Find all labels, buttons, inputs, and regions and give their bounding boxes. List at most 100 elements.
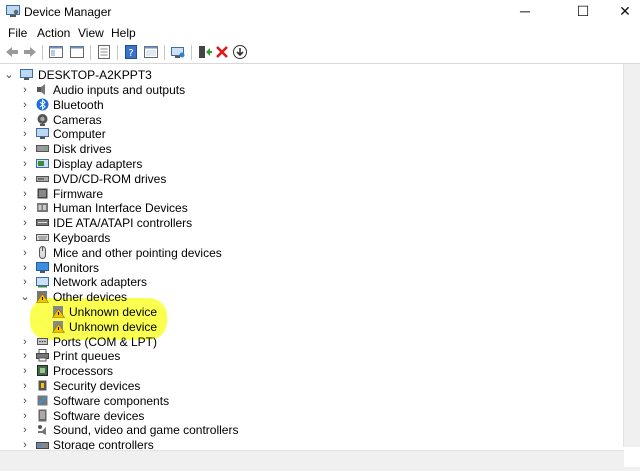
tree-category-audio-inputs-and-outputs[interactable]: › Audio inputs and outputs <box>0 83 620 98</box>
keyboard-icon <box>36 234 49 241</box>
chevron-right-icon[interactable]: › <box>20 423 30 438</box>
tree-category-network-adapters[interactable]: › Network adapters <box>0 275 620 290</box>
monitor-icon <box>36 261 49 273</box>
tree-child-item-unknown-device[interactable]: Unknown device <box>0 305 620 320</box>
show-hide-console-tree-icon[interactable] <box>48 44 64 60</box>
window-title: Device Manager <box>24 5 112 19</box>
scan-hardware-changes-icon[interactable] <box>170 44 186 60</box>
sound-controller-icon <box>38 425 46 436</box>
tree-category-disk-drives[interactable]: › Disk drives <box>0 142 620 157</box>
tree-category-processors[interactable]: › Processors <box>0 364 620 379</box>
chevron-right-icon[interactable]: › <box>20 379 30 394</box>
horizontal-scrollbar[interactable] <box>0 450 624 468</box>
menu-view[interactable]: View <box>78 26 104 40</box>
forward-arrow-icon[interactable] <box>22 44 38 60</box>
chevron-down-icon[interactable]: ⌄ <box>20 290 30 305</box>
device-tree[interactable]: ⌄ DESKTOP-A2KPPT3 › Audio inputs and outp… <box>0 64 624 450</box>
tree-item-label: Network adapters <box>53 275 148 290</box>
computer-root-icon <box>20 69 33 80</box>
maximize-button[interactable]: ☐ <box>560 0 606 24</box>
toolbar-separator <box>90 45 91 60</box>
tree-category-software-devices[interactable]: › Software devices <box>0 409 620 424</box>
tree-item-label: Software components <box>53 393 170 408</box>
chevron-right-icon[interactable]: › <box>20 438 30 450</box>
tree-category-security-devices[interactable]: › Security devices <box>0 379 620 394</box>
back-arrow-icon[interactable] <box>4 44 20 60</box>
chevron-down-icon[interactable]: ⌄ <box>4 68 14 83</box>
chevron-right-icon[interactable]: › <box>20 261 30 276</box>
tree-item-label: Storage controllers <box>53 438 154 450</box>
tree-item-label: Unknown device <box>69 319 158 334</box>
tree-item-label: Software devices <box>53 408 145 423</box>
chevron-right-icon[interactable]: › <box>20 409 30 424</box>
tree-item-label: Ports (COM & LPT) <box>53 334 158 349</box>
chevron-right-icon[interactable]: › <box>20 216 30 231</box>
speaker-icon <box>37 84 45 95</box>
unknown-device-warning-icon <box>52 320 65 333</box>
vertical-scrollbar[interactable] <box>623 64 640 447</box>
tree-category-computer[interactable]: › Computer <box>0 127 620 142</box>
tree-category-display-adapters[interactable]: › Display adapters <box>0 157 620 172</box>
update-driver-icon[interactable] <box>197 44 213 60</box>
toolbar: ? <box>0 42 640 64</box>
chevron-right-icon[interactable]: › <box>20 394 30 409</box>
chevron-right-icon[interactable]: › <box>20 335 30 350</box>
chevron-right-icon[interactable]: › <box>20 349 30 364</box>
chevron-right-icon[interactable]: › <box>20 113 30 128</box>
properties-window-icon[interactable] <box>69 44 85 60</box>
toolbar-separator <box>191 45 192 60</box>
tree-child-item-unknown-device[interactable]: Unknown device <box>0 320 620 335</box>
chevron-right-icon[interactable]: › <box>20 83 30 98</box>
tree-category-sound-video-and-game-controllers[interactable]: › Sound, video and game controllers <box>0 423 620 438</box>
close-button[interactable]: ✕ <box>602 0 640 24</box>
download-driver-icon[interactable] <box>232 44 248 60</box>
tree-category-human-interface-devices[interactable]: › Human Interface Devices <box>0 201 620 216</box>
properties-icon[interactable] <box>96 44 112 60</box>
chevron-right-icon[interactable]: › <box>20 364 30 379</box>
tree-category-monitors[interactable]: › Monitors <box>0 261 620 276</box>
help-icon[interactable]: ? <box>123 44 139 60</box>
tree-category-other-devices[interactable]: ⌄ Other devices <box>0 290 620 305</box>
chevron-right-icon[interactable]: › <box>20 187 30 202</box>
tree-item-label: DVD/CD-ROM drives <box>53 171 167 186</box>
tree-item-label: Mice and other pointing devices <box>53 245 222 260</box>
other-devices-warning-icon <box>36 291 49 303</box>
tree-category-print-queues[interactable]: › Print queues <box>0 349 620 364</box>
tree-category-cameras[interactable]: › Cameras <box>0 113 620 128</box>
mouse-icon <box>39 245 46 259</box>
tree-category-software-components[interactable]: › Software components <box>0 394 620 409</box>
tree-item-label: Cameras <box>53 112 102 127</box>
chevron-right-icon[interactable]: › <box>20 98 30 113</box>
tree-category-dvd-cd-rom-drives[interactable]: › DVD/CD-ROM drives <box>0 172 620 187</box>
toolbar-separator <box>117 45 118 60</box>
display-adapter-icon <box>36 159 49 168</box>
tree-category-firmware[interactable]: › Firmware <box>0 187 620 202</box>
status-bar <box>0 467 640 471</box>
tree-category-storage-controllers[interactable]: › Storage controllers <box>0 438 620 450</box>
chevron-right-icon[interactable]: › <box>20 127 30 142</box>
tree-category-ports-com-lpt[interactable]: › Ports (COM & LPT) <box>0 335 620 350</box>
chevron-right-icon[interactable]: › <box>20 275 30 290</box>
tree-category-bluetooth[interactable]: › Bluetooth <box>0 98 620 113</box>
chevron-right-icon[interactable]: › <box>20 157 30 172</box>
menu-bar: File Action View Help <box>0 24 640 42</box>
storage-controller-icon <box>36 442 49 450</box>
minimize-button[interactable]: ─ <box>502 0 548 24</box>
menu-file[interactable]: File <box>8 26 27 40</box>
chevron-right-icon[interactable]: › <box>20 246 30 261</box>
chevron-right-icon[interactable]: › <box>20 201 30 216</box>
tree-category-keyboards[interactable]: › Keyboards <box>0 231 620 246</box>
tree-item-label: Firmware <box>53 186 103 201</box>
device-manager-app-icon <box>6 5 20 17</box>
menu-action[interactable]: Action <box>37 26 70 40</box>
tree-root[interactable]: ⌄ DESKTOP-A2KPPT3 <box>0 68 620 83</box>
tree-category-ide-ata-atapi-controllers[interactable]: › IDE ATA/ATAPI controllers <box>0 216 620 231</box>
software-device-icon <box>38 409 47 422</box>
view-window-icon[interactable] <box>143 44 159 60</box>
chevron-right-icon[interactable]: › <box>20 142 30 157</box>
uninstall-device-icon[interactable] <box>214 44 230 60</box>
chevron-right-icon[interactable]: › <box>20 231 30 246</box>
menu-help[interactable]: Help <box>111 26 136 40</box>
chevron-right-icon[interactable]: › <box>20 172 30 187</box>
tree-category-mice-and-other-pointing-devices[interactable]: › Mice and other pointing devices <box>0 245 620 261</box>
